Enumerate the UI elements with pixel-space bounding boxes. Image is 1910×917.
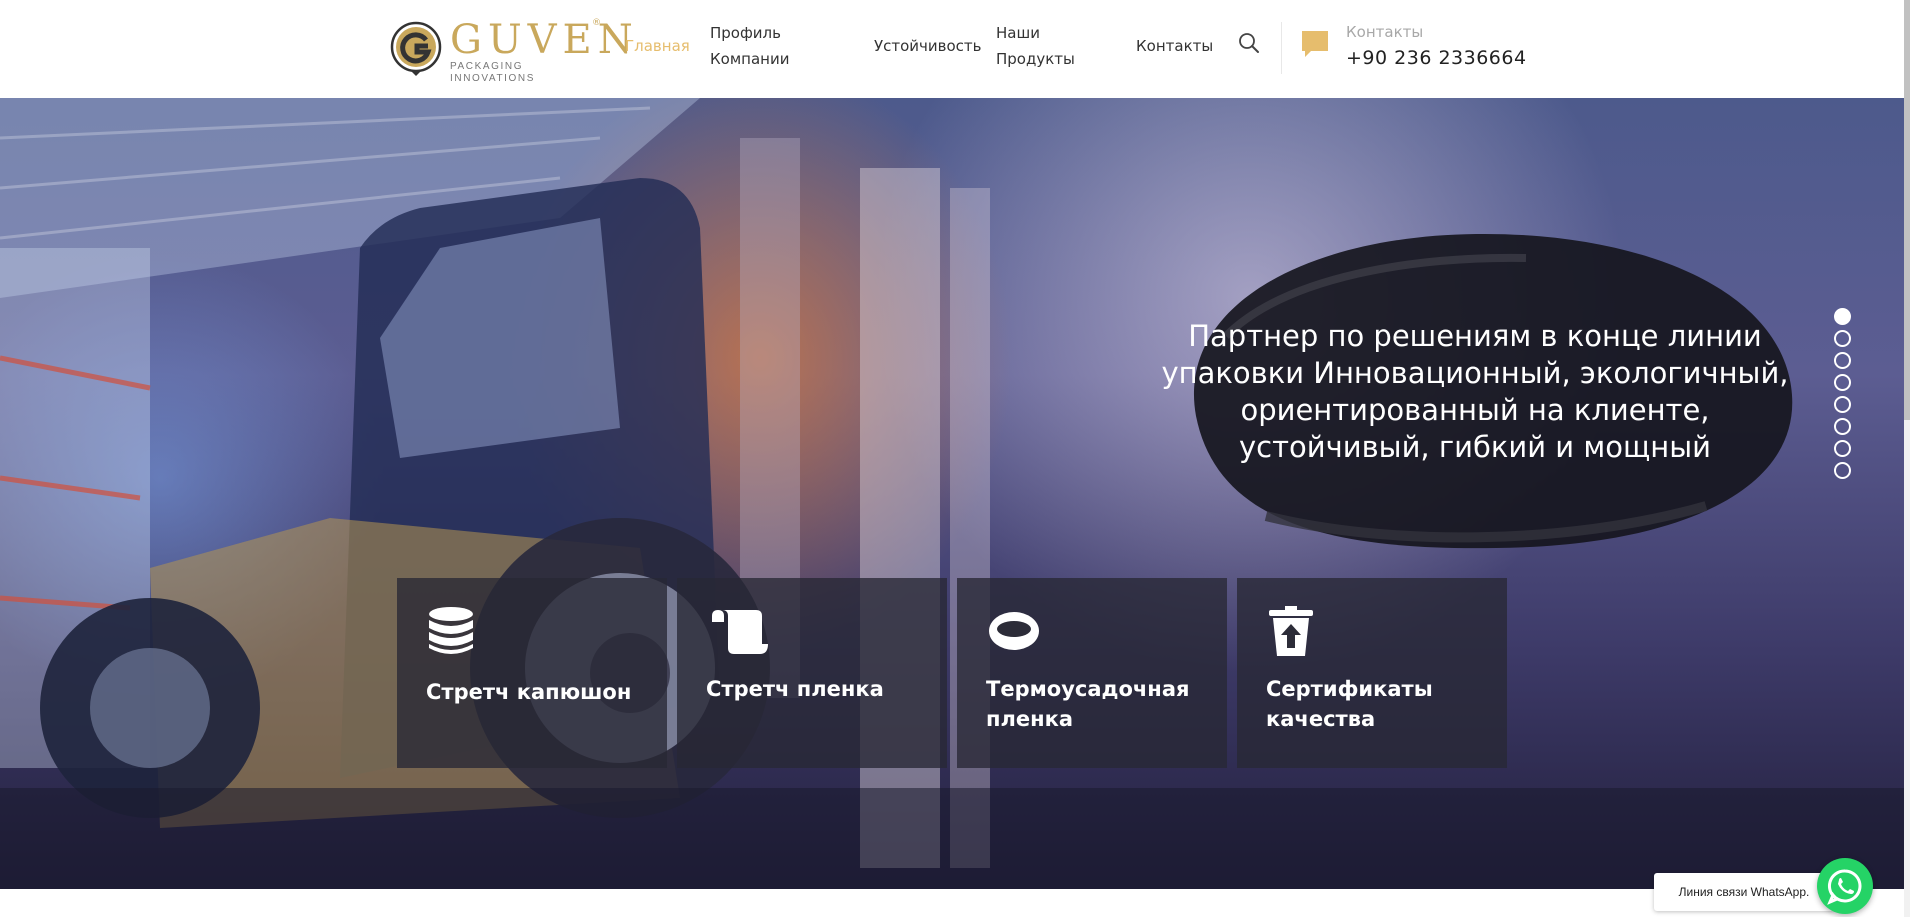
whatsapp-icon bbox=[1827, 869, 1862, 905]
category-label: Сертификаты качества bbox=[1266, 677, 1433, 731]
search-icon[interactable] bbox=[1238, 32, 1260, 54]
contact-phone-link[interactable]: +90 236 2336664 bbox=[1346, 47, 1527, 69]
header-divider bbox=[1281, 22, 1282, 74]
logo-tagline: PACKAGING INNOVATIONS bbox=[450, 61, 536, 84]
chat-bubble-icon bbox=[1302, 31, 1328, 57]
category-stretch-hood[interactable]: Стретч капюшон bbox=[397, 578, 667, 768]
site-header: GUVEN ® PACKAGING INNOVATIONS Главная Пр… bbox=[0, 0, 1904, 98]
logo-emblem-icon bbox=[390, 21, 442, 76]
scroll-icon bbox=[712, 610, 768, 654]
whatsapp-label[interactable]: Линия связи WhatsApp. bbox=[1654, 873, 1834, 911]
nav-products-line1: Наши bbox=[996, 24, 1040, 42]
page-scrollbar-thumb[interactable] bbox=[1904, 0, 1910, 420]
slider-pagination bbox=[1834, 308, 1852, 484]
slider-dot-3[interactable] bbox=[1834, 352, 1851, 369]
category-stretch-film[interactable]: Стретч пленка bbox=[677, 578, 947, 768]
nav-contacts[interactable]: Контакты bbox=[1136, 33, 1213, 59]
hero-headline-line: ориентированный на клиенте, bbox=[1240, 393, 1710, 427]
contact-label: Контакты bbox=[1346, 23, 1424, 41]
slider-dot-7[interactable] bbox=[1834, 440, 1851, 457]
recycle-bin-icon bbox=[1269, 606, 1313, 656]
slider-dot-4[interactable] bbox=[1834, 374, 1851, 391]
category-boxes: Стретч капюшон Стретч пленка Термоусадоч… bbox=[397, 578, 1507, 768]
nav-company-profile-line1: Профиль bbox=[710, 24, 781, 42]
whatsapp-button[interactable] bbox=[1817, 858, 1873, 914]
slider-dot-6[interactable] bbox=[1834, 418, 1851, 435]
slider-dot-1[interactable] bbox=[1834, 308, 1851, 325]
ring-icon bbox=[989, 612, 1039, 650]
nav-products-line2: Продукты bbox=[996, 50, 1075, 68]
hero-slider: Партнер по решениям в конце линии упаков… bbox=[0, 98, 1904, 889]
slider-dot-5[interactable] bbox=[1834, 396, 1851, 413]
category-label: Стретч пленка bbox=[706, 677, 884, 701]
nav-company-profile-line2: Компании bbox=[710, 50, 790, 68]
category-shrink-film[interactable]: Термоусадочная пленка bbox=[957, 578, 1227, 768]
category-label: Термоусадочная пленка bbox=[986, 677, 1190, 731]
category-label: Стретч капюшон bbox=[426, 680, 632, 704]
database-stack-icon bbox=[429, 607, 473, 654]
slider-dot-8[interactable] bbox=[1834, 462, 1851, 479]
logo-wordmark: GUVEN bbox=[450, 17, 639, 63]
category-quality-certificates[interactable]: Сертификаты качества bbox=[1237, 578, 1507, 768]
nav-home[interactable]: Главная bbox=[625, 33, 690, 59]
site-logo[interactable]: GUVEN ® PACKAGING INNOVATIONS bbox=[390, 18, 633, 84]
nav-company-profile[interactable]: Профиль Компании bbox=[710, 20, 789, 72]
nav-sustainability[interactable]: Устойчивость bbox=[874, 33, 982, 59]
nav-products[interactable]: Наши Продукты bbox=[996, 20, 1075, 72]
hero-headline-line: Партнер по решениям в конце линии bbox=[1188, 319, 1762, 353]
hero-headline-line: упаковки Инновационный, экологичный, bbox=[1161, 356, 1789, 390]
hero-headline-line: устойчивый, гибкий и мощный bbox=[1239, 430, 1711, 464]
slider-dot-2[interactable] bbox=[1834, 330, 1851, 347]
logo-registered-mark: ® bbox=[592, 18, 601, 28]
hero-headline: Партнер по решениям в конце линии упаков… bbox=[1160, 318, 1790, 466]
page: GUVEN ® PACKAGING INNOVATIONS Главная Пр… bbox=[0, 0, 1910, 917]
